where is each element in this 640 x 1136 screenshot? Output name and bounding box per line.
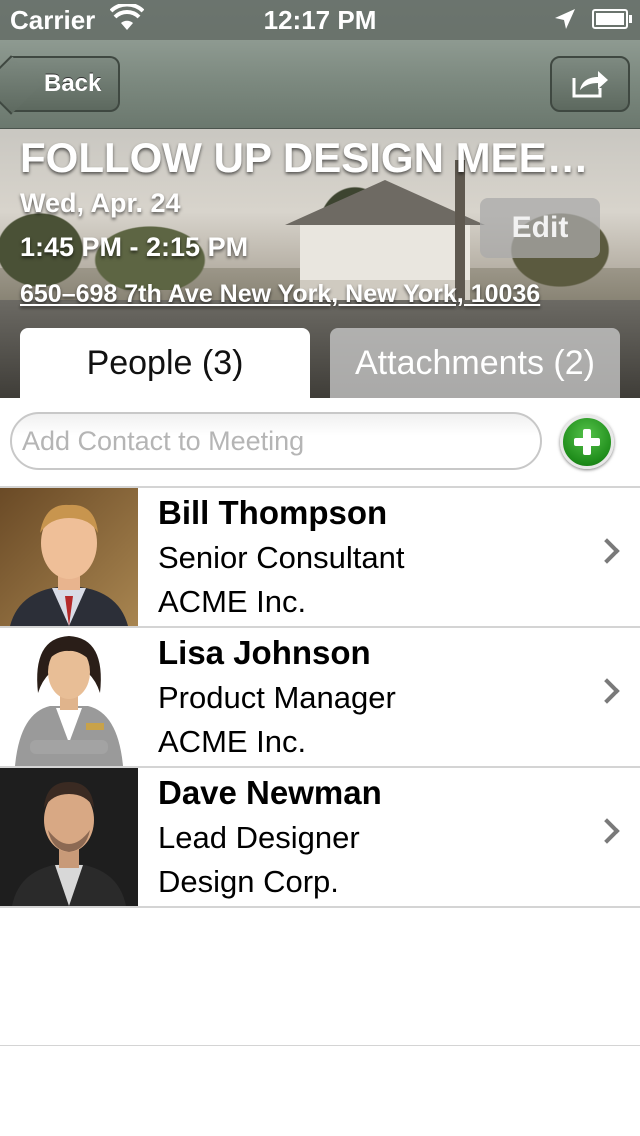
contact-company: ACME Inc. <box>158 724 307 759</box>
meeting-date: Wed, Apr. 24 <box>20 188 181 218</box>
add-contact-input[interactable] <box>10 412 542 470</box>
contact-name: Bill Thompson <box>158 494 388 531</box>
battery-level <box>596 13 624 25</box>
contact-name: Lisa Johnson <box>158 634 371 671</box>
chevron-right-icon <box>594 538 620 564</box>
contact-title: Product Manager <box>158 680 396 715</box>
tab-attachments[interactable]: Attachments (2) <box>330 328 620 398</box>
meeting-title: FOLLOW UP DESIGN MEE… <box>20 134 589 181</box>
meeting-time: 1:45 PM - 2:15 PM <box>20 232 249 262</box>
contact-row-lisa-johnson[interactable]: Lisa Johnson Product Manager ACME Inc. <box>0 628 640 768</box>
contact-name: Dave Newman <box>158 774 382 811</box>
contact-title: Lead Designer <box>158 820 360 855</box>
contact-company: Design Corp. <box>158 864 339 899</box>
contact-row-bill-thompson[interactable]: Bill Thompson Senior Consultant ACME Inc… <box>0 488 640 628</box>
add-contact-row <box>0 398 640 486</box>
add-contact-button[interactable] <box>560 415 614 469</box>
location-arrow-icon <box>555 9 575 29</box>
avatar <box>0 768 138 906</box>
status-time: 12:17 PM <box>263 5 377 35</box>
avatar <box>0 628 138 766</box>
meeting-address-link[interactable]: 650–698 7th Ave New York, New York, 1003… <box>20 280 540 309</box>
share-button[interactable] <box>550 56 630 112</box>
contact-list: Bill Thompson Senior Consultant ACME Inc… <box>0 486 640 908</box>
chevron-right-icon <box>594 678 620 704</box>
chevron-right-icon <box>594 818 620 844</box>
avatar <box>0 488 138 626</box>
tab-people[interactable]: People (3) <box>20 328 310 398</box>
navigation-bar: Back <box>0 40 640 129</box>
contact-title: Senior Consultant <box>158 540 405 575</box>
edit-button[interactable]: Edit <box>480 198 600 258</box>
battery-icon <box>592 9 632 29</box>
bottom-divider <box>0 1045 640 1046</box>
share-icon <box>572 71 608 98</box>
contact-row-dave-newman[interactable]: Dave Newman Lead Designer Design Corp. <box>0 768 640 908</box>
status-bar: Carrier 12:17 PM <box>0 0 640 40</box>
back-button[interactable]: Back <box>10 56 120 112</box>
back-button-label: Back <box>44 70 102 97</box>
contact-company: ACME Inc. <box>158 584 307 619</box>
